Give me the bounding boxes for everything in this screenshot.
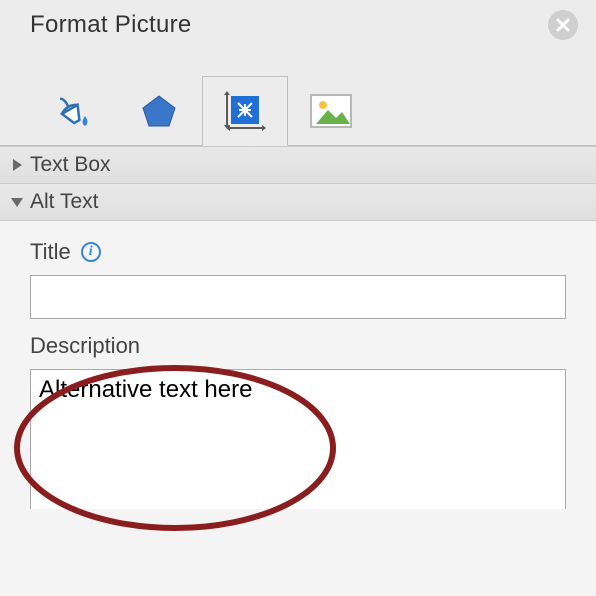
alt-text-content: Title i Description [0,221,596,596]
paint-bucket-icon [50,88,96,134]
effects-tab[interactable] [116,76,202,146]
size-arrows-icon [221,90,269,132]
title-input[interactable] [30,275,566,319]
panel-header: Format Picture [0,0,596,62]
size-properties-tab[interactable] [202,76,288,146]
chevron-down-icon [10,195,24,209]
description-textarea[interactable] [30,369,566,509]
picture-icon [310,94,352,128]
title-label: Title [30,239,71,265]
tab-bar [0,62,596,146]
close-button[interactable] [548,10,578,40]
fill-line-tab[interactable] [30,76,116,146]
chevron-right-icon [10,158,24,172]
info-icon[interactable]: i [81,242,101,262]
description-label: Description [30,333,566,359]
close-icon [556,18,570,32]
picture-tab[interactable] [288,76,374,146]
panel-title: Format Picture [30,11,192,39]
pentagon-icon [139,91,179,131]
section-text-box[interactable]: Text Box [0,146,596,184]
section-alt-text[interactable]: Alt Text [0,184,596,221]
section-label: Alt Text [30,190,98,214]
section-label: Text Box [30,153,111,177]
format-picture-panel: Format Picture [0,0,596,596]
